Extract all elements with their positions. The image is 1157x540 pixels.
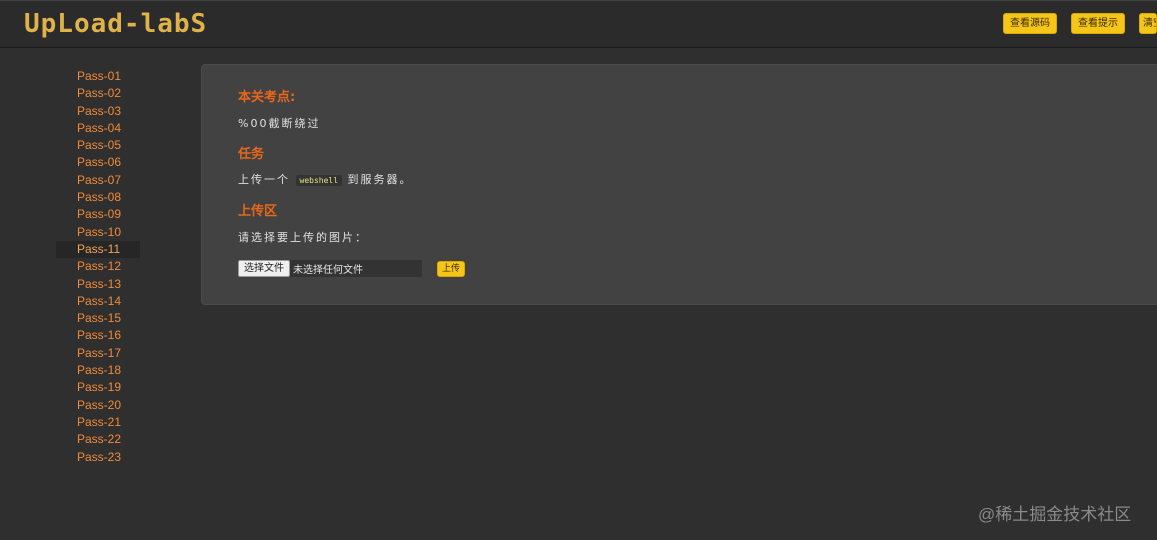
sidebar-item-pass-14[interactable]: Pass-14 bbox=[56, 293, 140, 310]
view-hint-button[interactable]: 查看提示 bbox=[1071, 13, 1125, 34]
upload-button[interactable]: 上传 bbox=[437, 261, 466, 277]
challenge-panel: 本关考点: %00截断绕过 任务 上传一个 webshell 到服务器。 上传区… bbox=[201, 64, 1157, 305]
sidebar-item-pass-09[interactable]: Pass-09 bbox=[56, 206, 140, 223]
top-header: UpLoad-labS 查看源码 查看提示 清空上传文件 bbox=[0, 0, 1157, 48]
sidebar-item-pass-15[interactable]: Pass-15 bbox=[56, 310, 140, 327]
file-input[interactable]: 选择文件 未选择任何文件 bbox=[238, 260, 422, 277]
task-title: 任务 bbox=[238, 147, 265, 162]
sidebar-item-pass-06[interactable]: Pass-06 bbox=[56, 154, 140, 171]
sidebar-item-pass-07[interactable]: Pass-07 bbox=[56, 172, 140, 189]
watermark: @稀土掘金技术社区 bbox=[978, 505, 1132, 524]
task-text: 上传一个 webshell 到服务器。 bbox=[238, 171, 413, 187]
choose-file-button[interactable]: 选择文件 bbox=[238, 260, 290, 277]
focus-title: 本关考点: bbox=[238, 90, 296, 105]
sidebar-item-pass-03[interactable]: Pass-03 bbox=[56, 103, 140, 120]
webshell-code: webshell bbox=[295, 174, 343, 186]
sidebar-item-pass-10[interactable]: Pass-10 bbox=[56, 224, 140, 241]
view-source-button[interactable]: 查看源码 bbox=[1003, 13, 1057, 34]
file-status: 未选择任何文件 bbox=[293, 265, 363, 276]
sidebar-item-pass-20[interactable]: Pass-20 bbox=[56, 397, 140, 414]
sidebar-item-pass-19[interactable]: Pass-19 bbox=[56, 379, 140, 396]
sidebar-item-pass-21[interactable]: Pass-21 bbox=[56, 414, 140, 431]
sidebar-item-pass-13[interactable]: Pass-13 bbox=[56, 276, 140, 293]
sidebar-item-pass-18[interactable]: Pass-18 bbox=[56, 362, 140, 379]
sidebar-item-pass-05[interactable]: Pass-05 bbox=[56, 137, 140, 154]
sidebar-item-pass-04[interactable]: Pass-04 bbox=[56, 120, 140, 137]
sidebar-item-pass-16[interactable]: Pass-16 bbox=[56, 327, 140, 344]
task-suffix: 到服务器。 bbox=[347, 173, 413, 186]
clear-uploads-button[interactable]: 清空上传文件 bbox=[1139, 13, 1157, 34]
upload-title: 上传区 bbox=[238, 204, 278, 219]
sidebar-item-pass-17[interactable]: Pass-17 bbox=[56, 345, 140, 362]
sidebar-item-pass-11[interactable]: Pass-11 bbox=[56, 240, 140, 259]
sidebar-item-pass-23[interactable]: Pass-23 bbox=[56, 449, 140, 466]
sidebar-item-pass-22[interactable]: Pass-22 bbox=[56, 431, 140, 448]
sidebar-item-pass-01[interactable]: Pass-01 bbox=[56, 68, 140, 85]
sidebar-item-pass-02[interactable]: Pass-02 bbox=[56, 85, 140, 102]
focus-text: %00截断绕过 bbox=[238, 117, 321, 130]
task-prefix: 上传一个 bbox=[238, 173, 290, 186]
upload-labs-logo[interactable]: UpLoad-labS bbox=[24, 9, 207, 39]
sidebar-item-pass-12[interactable]: Pass-12 bbox=[56, 258, 140, 275]
sidebar-item-pass-08[interactable]: Pass-08 bbox=[56, 189, 140, 206]
pass-sidebar: Pass-01 Pass-02 Pass-03 Pass-04 Pass-05 Pass-… bbox=[56, 68, 140, 466]
upload-prompt: 请选择要上传的图片： bbox=[238, 231, 368, 244]
